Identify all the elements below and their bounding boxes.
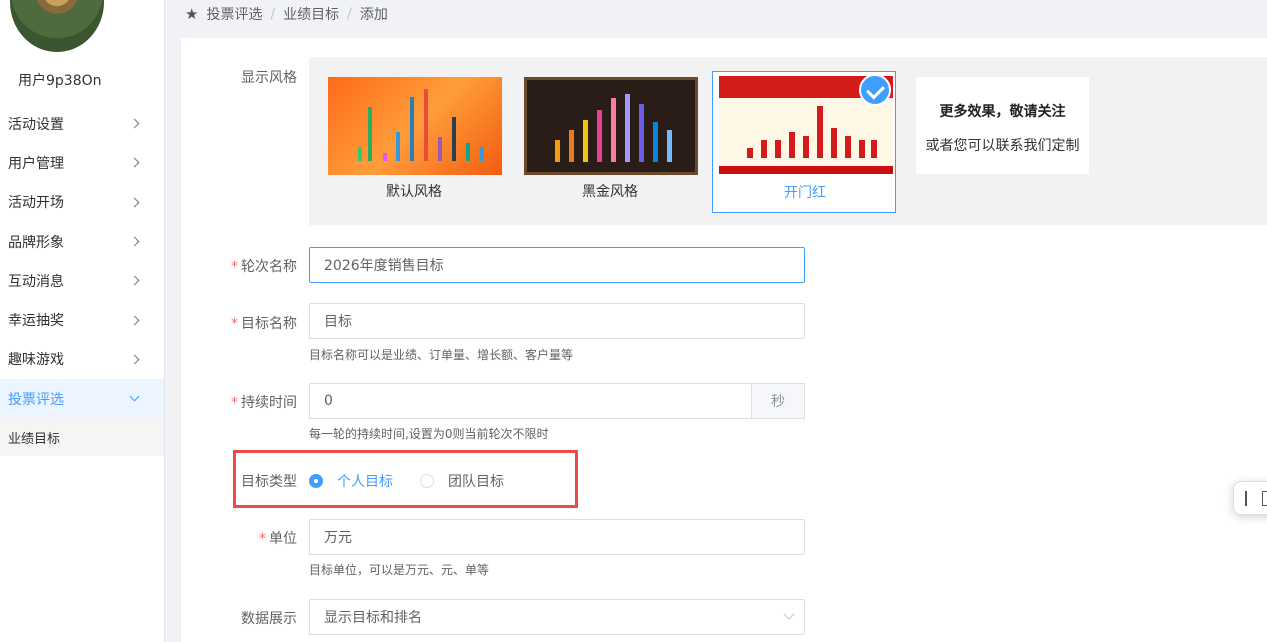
duration-label: * 持续时间 [197, 392, 297, 412]
breadcrumb-separator: / [347, 6, 352, 22]
sidebar-item-label: 活动设置 [8, 116, 64, 133]
duration-hint: 每一轮的持续时间,设置为0则当前轮次不限时 [309, 427, 549, 441]
username: 用户9p38On [18, 73, 102, 89]
chevron-right-icon [129, 236, 140, 247]
chevron-right-icon [129, 315, 140, 326]
star-icon: ★ [185, 5, 199, 23]
checkmark-icon [859, 74, 891, 106]
unit-hint: 目标单位，可以是万元、元、单等 [309, 563, 490, 577]
breadcrumb-item: 添加 [359, 7, 388, 23]
chevron-right-icon [129, 197, 140, 208]
target-name-hint: 目标名称可以是业绩、订单量、增长额、客户量等 [309, 348, 574, 362]
chevron-right-icon [129, 118, 140, 129]
chevron-down-icon [129, 391, 140, 402]
sidebar-item-label: 用户管理 [8, 155, 64, 172]
sidebar: 用户9p38On 活动设置 用户管理 活动开场 品牌形象 互动消息 幸运抽奖 趣… [0, 0, 165, 642]
style-option-kaimenhong[interactable]: 开门红 [712, 71, 896, 213]
more-styles-subtitle: 或者您可以联系我们定制 [925, 138, 1080, 154]
breadcrumb: ★ 投票评选 / 业绩目标 / 添加 [185, 5, 388, 23]
sidebar-menu: 活动设置 用户管理 活动开场 品牌形象 互动消息 幸运抽奖 趣味游戏 投票评选 … [0, 104, 164, 457]
panel-icon [1262, 491, 1267, 506]
sidebar-item-brand-image[interactable]: 品牌形象 [0, 222, 164, 261]
style-label: 显示风格 [241, 70, 297, 86]
unit-input[interactable]: 万元 [309, 519, 805, 555]
radio-dot [309, 474, 323, 488]
style-name: 开门红 [784, 185, 826, 201]
duration-unit: 秒 [751, 383, 805, 419]
sidebar-item-label: 互动消息 [8, 273, 64, 290]
display-select[interactable]: 显示目标和排名 [309, 599, 805, 635]
floating-toolbar[interactable] [1233, 481, 1267, 515]
breadcrumb-item[interactable]: 投票评选 [206, 4, 262, 24]
chart-preview-icon [555, 94, 672, 162]
unit-label-text: 单位 [269, 531, 297, 547]
round-name-label: * 轮次名称 [197, 256, 297, 276]
sidebar-item-activity-settings[interactable]: 活动设置 [0, 104, 164, 143]
radio-team-target[interactable]: 团队目标 [420, 471, 504, 491]
required-marker: * [231, 316, 238, 332]
sidebar-item-user-management[interactable]: 用户管理 [0, 143, 164, 182]
sidebar-item-label: 投票评选 [8, 391, 64, 408]
target-name-label: * 目标名称 [197, 313, 297, 333]
radio-label: 团队目标 [448, 474, 504, 490]
style-name: 黑金风格 [582, 184, 638, 200]
duration-input[interactable]: 0 [309, 383, 752, 419]
sidebar-item-label: 趣味游戏 [8, 352, 64, 369]
style-option-black-gold[interactable]: 黑金风格 [518, 73, 702, 213]
radio-label: 个人目标 [337, 474, 393, 490]
sidebar-item-label: 活动开场 [8, 195, 64, 212]
required-marker: * [231, 395, 238, 411]
display-label: 数据展示 [241, 611, 297, 627]
style-thumbnail [328, 77, 502, 175]
radio-personal-target[interactable]: 个人目标 [309, 471, 393, 491]
target-name-input[interactable]: 目标 [309, 303, 805, 339]
breadcrumb-item[interactable]: 业绩目标 [283, 4, 339, 24]
sidebar-item-lucky-draw[interactable]: 幸运抽奖 [0, 300, 164, 339]
target-name-label-text: 目标名称 [241, 316, 297, 332]
round-name-label-text: 轮次名称 [241, 259, 297, 275]
sidebar-item-interactive-messages[interactable]: 互动消息 [0, 261, 164, 300]
required-marker: * [231, 259, 238, 275]
style-option-default[interactable]: 默认风格 [322, 73, 506, 213]
sidebar-item-fun-games[interactable]: 趣味游戏 [0, 340, 164, 379]
radio-dot [420, 474, 434, 488]
target-type-label: 目标类型 [241, 474, 297, 490]
round-name-input[interactable]: 2026年度销售目标 [309, 247, 805, 283]
more-styles-card: 更多效果，敬请关注 或者您可以联系我们定制 [916, 77, 1089, 174]
unit-label: * 单位 [197, 528, 297, 548]
sidebar-subitem-performance-target[interactable]: 业绩目标 [0, 418, 164, 457]
style-selector: 默认风格 黑金风格 开门红 更多效果，敬请关注 或者您可以联系我们定制 [309, 57, 1267, 225]
avatar[interactable] [10, 0, 104, 52]
style-name: 默认风格 [386, 184, 442, 200]
required-marker: * [259, 531, 266, 547]
sidebar-item-activity-opening[interactable]: 活动开场 [0, 183, 164, 222]
chart-preview-icon [747, 106, 877, 158]
breadcrumb-separator: / [270, 6, 276, 22]
grip-icon [1245, 491, 1247, 506]
style-thumbnail [524, 77, 698, 175]
duration-label-text: 持续时间 [241, 395, 297, 411]
chevron-right-icon [129, 157, 140, 168]
sidebar-item-label: 幸运抽奖 [8, 313, 64, 330]
sidebar-item-voting[interactable]: 投票评选 [0, 379, 164, 419]
more-styles-title: 更多效果，敬请关注 [939, 104, 1066, 120]
chart-preview-icon [358, 89, 484, 161]
sidebar-item-label: 品牌形象 [8, 234, 64, 251]
chevron-right-icon [129, 354, 140, 365]
chevron-right-icon [129, 275, 140, 286]
